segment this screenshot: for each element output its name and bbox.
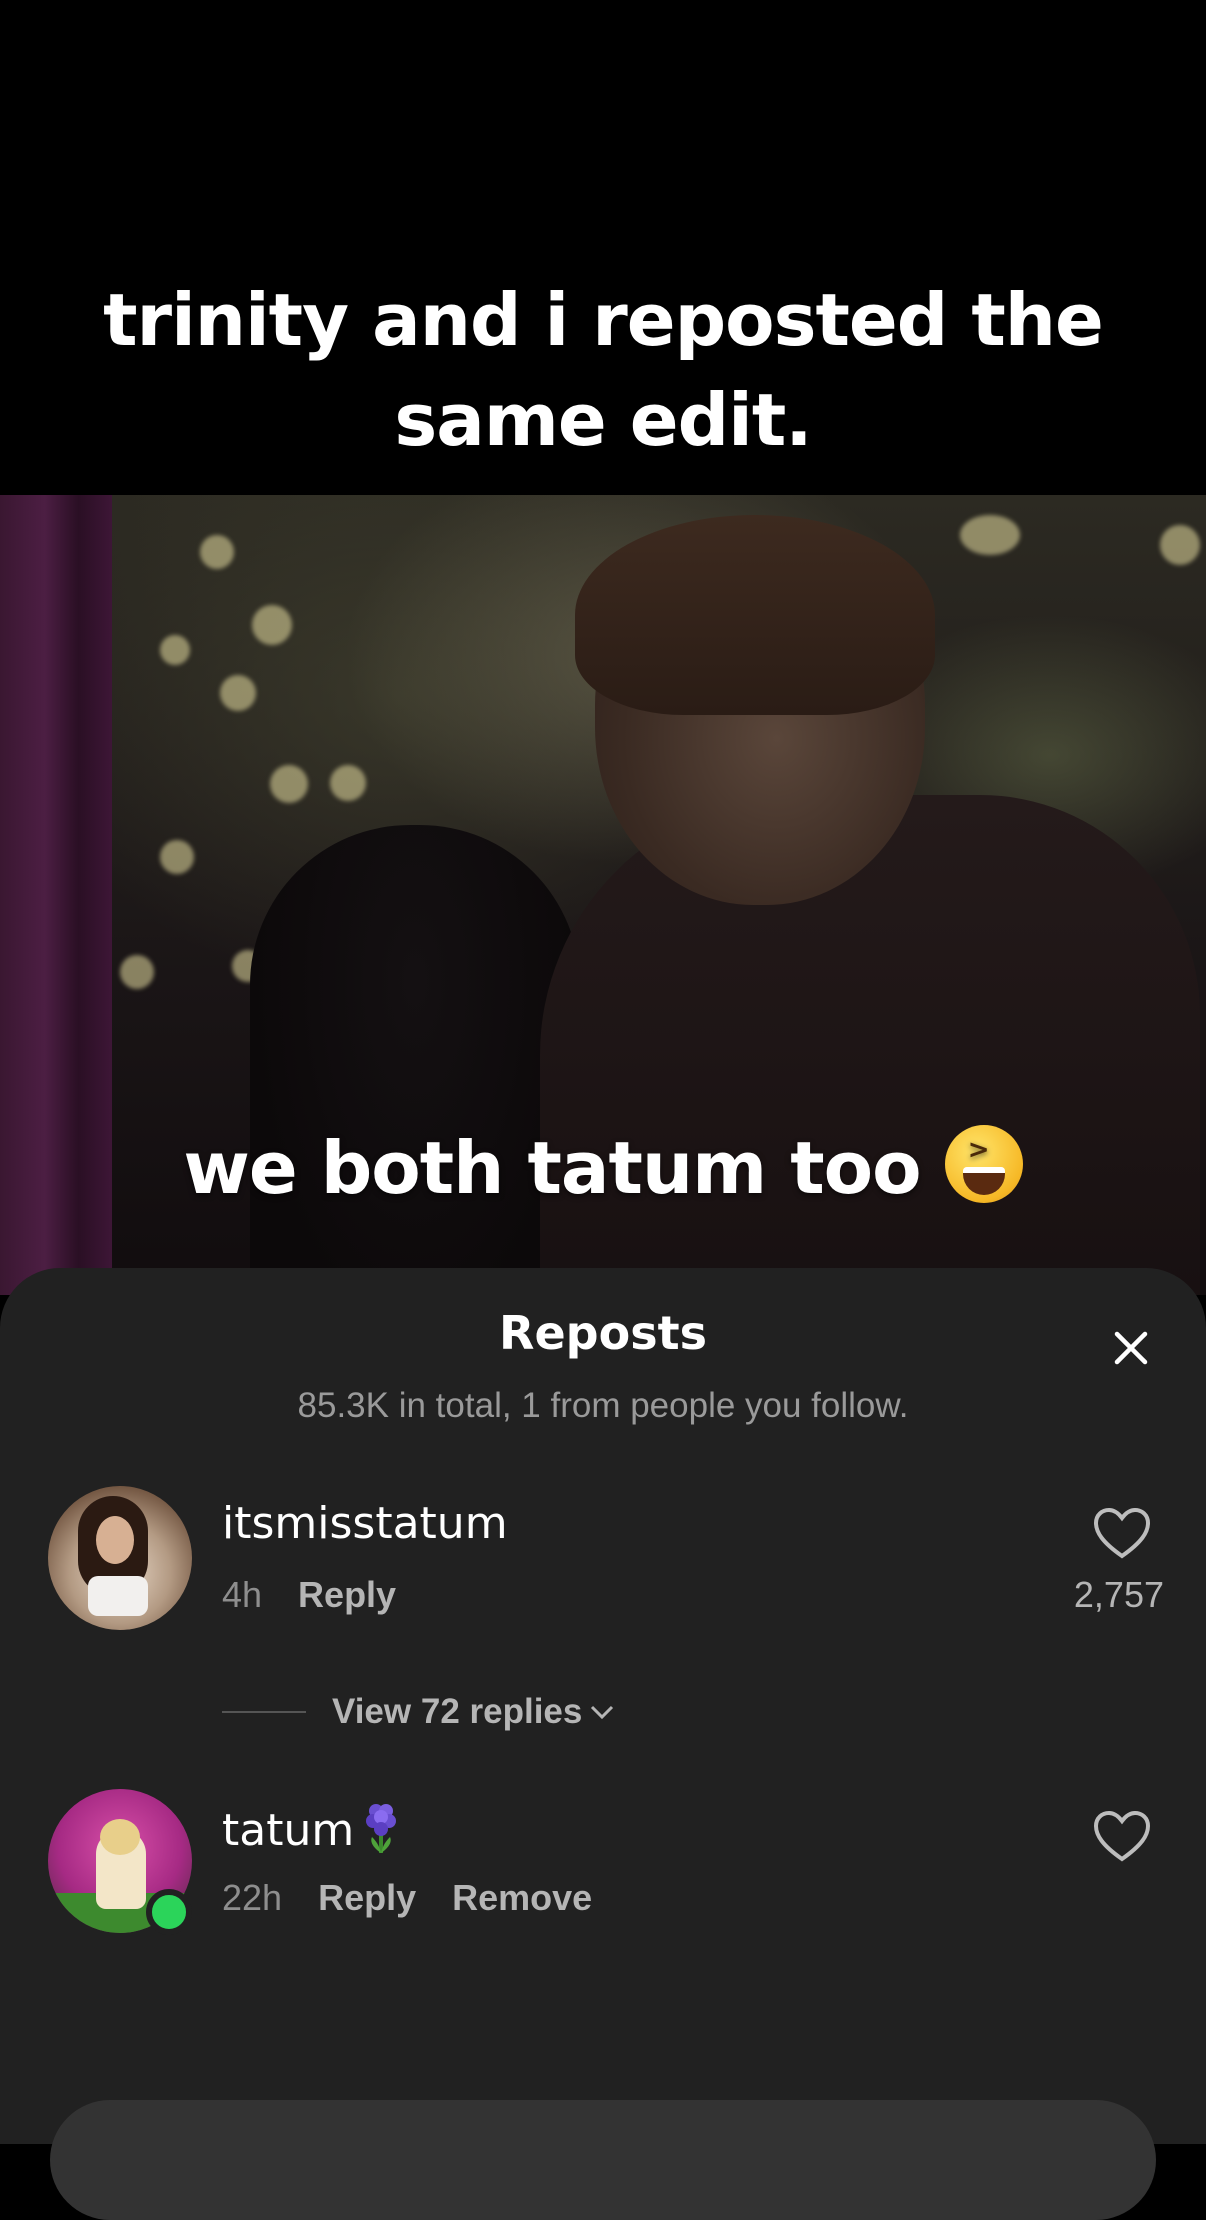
comment-item: tatum 22h Reply Remove [0, 1789, 1206, 1939]
man-jacket [540, 795, 1200, 1295]
heart-outline-icon [1093, 1810, 1151, 1862]
overlay-caption: we both tatum too [183, 1126, 921, 1210]
like-button[interactable] [1090, 1506, 1154, 1565]
comment-username[interactable]: tatum [222, 1801, 398, 1856]
replies-divider [222, 1711, 306, 1713]
avatar[interactable] [48, 1486, 192, 1630]
avatar-face [96, 1516, 134, 1564]
video-overlay-text: we both tatum too [0, 1125, 1206, 1210]
woman-silhouette [250, 825, 580, 1295]
grinning-squinting-face-icon [944, 1125, 1023, 1203]
remove-button[interactable]: Remove [452, 1877, 592, 1918]
close-icon [1114, 1331, 1148, 1365]
video-player[interactable]: we both tatum too [0, 495, 1206, 1295]
bokeh-light [270, 765, 308, 803]
caption-text: trinity and i reposted the same edit. [0, 270, 1206, 470]
comment-meta: 4h Reply [222, 1574, 396, 1616]
view-replies-label: View 72 replies [332, 1692, 583, 1731]
bokeh-light [160, 840, 194, 874]
video-top-caption: trinity and i reposted the same edit. [0, 0, 1206, 495]
bokeh-light [330, 765, 366, 801]
comment-item: itsmisstatum 4h Reply 2,757 [0, 1486, 1206, 1636]
bokeh-light [220, 675, 256, 711]
heart-outline-icon [1093, 1507, 1151, 1559]
sheet-subtitle: 85.3K in total, 1 from people you follow… [297, 1386, 909, 1425]
avatar-hair [100, 1819, 140, 1855]
reply-button[interactable]: Reply [298, 1574, 396, 1615]
chevron-down-icon [591, 1705, 614, 1720]
close-button[interactable] [1106, 1323, 1156, 1373]
comment-input-bar[interactable] [50, 2100, 1156, 2220]
comment-username-text: tatum [222, 1805, 355, 1856]
bokeh-light [120, 955, 154, 989]
view-replies-button[interactable]: View 72 replies [222, 1692, 616, 1732]
bokeh-light [960, 515, 1020, 555]
caption-line-1: trinity and i reposted the [103, 278, 1104, 362]
comment-meta: 22h Reply Remove [222, 1877, 592, 1919]
man-hair [575, 515, 935, 715]
bokeh-light [1160, 525, 1200, 565]
bokeh-light [252, 605, 292, 645]
comment-time: 22h [222, 1877, 283, 1918]
avatar-shirt [88, 1576, 148, 1616]
sheet-title: Reposts [499, 1306, 707, 1360]
comment-username[interactable]: itsmisstatum [222, 1498, 508, 1549]
bokeh-light [200, 535, 234, 569]
caption-line-2: same edit. [394, 378, 812, 462]
hyacinth-icon [364, 1801, 398, 1855]
online-status-badge [146, 1889, 192, 1935]
like-count: 2,757 [1073, 1574, 1164, 1615]
like-button[interactable] [1090, 1809, 1154, 1868]
comment-time: 4h [222, 1574, 263, 1615]
reply-button[interactable]: Reply [318, 1877, 416, 1918]
bokeh-light [160, 635, 190, 665]
